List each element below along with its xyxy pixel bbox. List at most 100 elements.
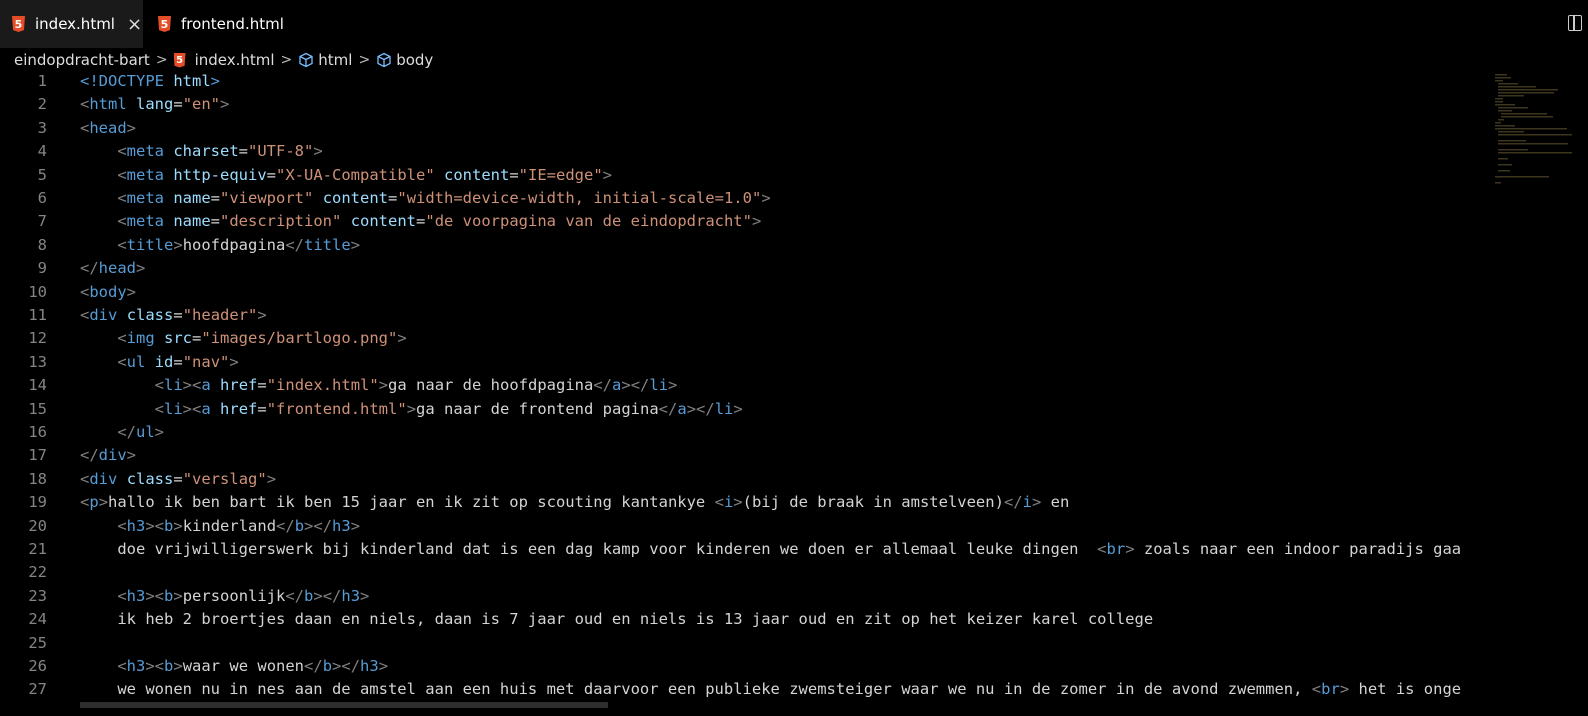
code-text[interactable]: <meta name="description" content="de voo… bbox=[80, 212, 761, 230]
line-number: 22 bbox=[28, 563, 47, 582]
line-number: 8 bbox=[37, 235, 47, 254]
code-text[interactable]: <meta http-equiv="X-UA-Compatible" conte… bbox=[80, 166, 612, 184]
line-number: 10 bbox=[28, 282, 47, 301]
code-line[interactable]: 23 <h3><b>persoonlijk</b></h3> bbox=[0, 587, 1490, 610]
line-number: 23 bbox=[28, 586, 47, 605]
line-number: 27 bbox=[28, 680, 47, 699]
chevron-right-icon: > bbox=[358, 52, 371, 68]
code-line[interactable]: 20 <h3><b>kinderland</b></h3> bbox=[0, 517, 1490, 540]
code-text[interactable]: </head> bbox=[80, 259, 145, 277]
code-line[interactable]: 19 <p>hallo ik ben bart ik ben 15 jaar en… bbox=[0, 493, 1490, 516]
code-line[interactable]: 25 bbox=[0, 634, 1490, 657]
code-line[interactable]: 13 <ul id="nav"> bbox=[0, 353, 1490, 376]
line-number: 20 bbox=[28, 516, 47, 535]
tab-frontend-html[interactable]: 5 frontend.html bbox=[158, 0, 298, 48]
breadcrumb-folder[interactable]: eindopdracht-bart bbox=[14, 51, 150, 69]
split-editor-icon[interactable] bbox=[1568, 15, 1582, 31]
code-line[interactable]: 22 bbox=[0, 563, 1490, 586]
code-line[interactable]: 6 <meta name="viewport" content="width=d… bbox=[0, 189, 1490, 212]
code-text[interactable]: <body> bbox=[80, 283, 136, 301]
code-line[interactable]: 26 <h3><b>waar we wonen</b></h3> bbox=[0, 657, 1490, 680]
line-number: 14 bbox=[28, 376, 47, 395]
breadcrumb: eindopdracht-bart > 5 index.html > html … bbox=[0, 48, 1588, 72]
code-text[interactable]: <img src="images/bartlogo.png"> bbox=[80, 329, 406, 347]
line-number: 7 bbox=[37, 212, 47, 231]
breadcrumb-file[interactable]: 5 index.html bbox=[173, 51, 275, 69]
code-text[interactable]: <ul id="nav"> bbox=[80, 353, 238, 371]
line-number: 13 bbox=[28, 352, 47, 371]
code-line[interactable]: 12 <img src="images/bartlogo.png"> bbox=[0, 329, 1490, 352]
tab-label: frontend.html bbox=[181, 15, 284, 33]
line-number: 17 bbox=[28, 446, 47, 465]
html5-icon: 5 bbox=[12, 16, 25, 32]
code-text[interactable]: <html lang="en"> bbox=[80, 95, 229, 113]
code-text[interactable]: we wonen nu in nes aan de amstel aan een… bbox=[80, 680, 1461, 698]
line-number: 2 bbox=[37, 95, 47, 114]
code-text[interactable]: <title>hoofdpagina</title> bbox=[80, 236, 360, 254]
line-number: 21 bbox=[28, 540, 47, 558]
line-number: 19 bbox=[28, 493, 47, 512]
code-text[interactable]: <li><a href="frontend.html">ga naar de f… bbox=[80, 400, 743, 418]
tab-bar: 5 index.html × 5 frontend.html bbox=[0, 0, 1588, 48]
code-line[interactable]: 24 ik heb 2 broertjes daan en niels, daa… bbox=[0, 610, 1490, 633]
code-editor[interactable]: 1 <!DOCTYPE html> 2 <html lang="en"> 3 <head>… bbox=[0, 72, 1588, 716]
code-line[interactable]: 3 <head> bbox=[0, 119, 1490, 142]
code-text[interactable]: <p>hallo ik ben bart ik ben 15 jaar en i… bbox=[80, 493, 1069, 511]
line-number: 4 bbox=[37, 142, 47, 161]
line-number: 3 bbox=[37, 118, 47, 137]
code-text[interactable]: </ul> bbox=[80, 423, 164, 441]
code-text[interactable]: <!DOCTYPE html> bbox=[80, 72, 220, 90]
line-number: 12 bbox=[28, 329, 47, 348]
close-icon[interactable]: × bbox=[127, 14, 142, 35]
code-text[interactable]: ik heb 2 broertjes daan en niels, daan i… bbox=[80, 610, 1153, 628]
code-line[interactable]: 4 <meta charset="UTF-8"> bbox=[0, 142, 1490, 165]
code-line[interactable]: 7 <meta name="description" content="de v… bbox=[0, 212, 1490, 235]
code-line[interactable]: 9 </head> bbox=[0, 259, 1490, 282]
tab-label: index.html bbox=[35, 15, 115, 33]
line-number: 1 bbox=[37, 72, 47, 90]
minimap[interactable] bbox=[1493, 72, 1573, 192]
symbol-cube-icon bbox=[377, 52, 391, 68]
line-number: 25 bbox=[28, 633, 47, 652]
tab-index-html[interactable]: 5 index.html × bbox=[0, 0, 143, 48]
line-number: 26 bbox=[28, 657, 47, 675]
symbol-cube-icon bbox=[299, 52, 313, 68]
code-line[interactable]: 14 <li><a href="index.html">ga naar de h… bbox=[0, 376, 1490, 399]
code-line[interactable]: 15 <li><a href="frontend.html">ga naar d… bbox=[0, 400, 1490, 423]
code-text[interactable]: <h3><b>kinderland</b></h3> bbox=[80, 517, 360, 535]
code-line[interactable]: 18 <div class="verslag"> bbox=[0, 470, 1490, 493]
breadcrumb-html[interactable]: html bbox=[298, 51, 352, 69]
code-text[interactable]: </div> bbox=[80, 446, 136, 464]
code-text[interactable]: doe vrijwilligerswerk bij kinderland dat… bbox=[80, 540, 1461, 558]
line-number: 15 bbox=[28, 399, 47, 418]
code-text[interactable]: <li><a href="index.html">ga naar de hoof… bbox=[80, 376, 678, 394]
code-text[interactable]: <meta name="viewport" content="width=dev… bbox=[80, 189, 770, 207]
line-number: 9 bbox=[37, 259, 47, 278]
chevron-right-icon: > bbox=[280, 52, 293, 68]
code-line[interactable]: 16 </ul> bbox=[0, 423, 1490, 446]
code-line[interactable]: 11 <div class="header"> bbox=[0, 306, 1490, 329]
code-text[interactable]: <head> bbox=[80, 119, 136, 137]
code-text[interactable]: <div class="verslag"> bbox=[80, 470, 276, 488]
code-line[interactable]: 2 <html lang="en"> bbox=[0, 95, 1490, 118]
html5-icon: 5 bbox=[158, 16, 171, 32]
line-number: 5 bbox=[37, 165, 47, 184]
html5-icon: 5 bbox=[173, 52, 186, 68]
line-number: 18 bbox=[28, 469, 47, 488]
chevron-right-icon: > bbox=[155, 52, 168, 68]
code-text[interactable]: <h3><b>waar we wonen</b></h3> bbox=[80, 657, 388, 675]
code-line[interactable]: 10 <body> bbox=[0, 283, 1490, 306]
line-number: 16 bbox=[28, 423, 47, 441]
line-number: 6 bbox=[37, 189, 47, 207]
code-text[interactable]: <h3><b>persoonlijk</b></h3> bbox=[80, 587, 369, 605]
code-line[interactable]: 5 <meta http-equiv="X-UA-Compatible" con… bbox=[0, 166, 1490, 189]
code-line[interactable]: 27 we wonen nu in nes aan de amstel aan … bbox=[0, 680, 1490, 703]
code-line[interactable]: 1 <!DOCTYPE html> bbox=[0, 72, 1490, 95]
code-line[interactable]: 8 <title>hoofdpagina</title> bbox=[0, 236, 1490, 259]
code-line[interactable]: 17 </div> bbox=[0, 446, 1490, 469]
horizontal-scrollbar[interactable] bbox=[80, 702, 608, 708]
breadcrumb-body[interactable]: body bbox=[376, 51, 433, 69]
code-text[interactable]: <div class="header"> bbox=[80, 306, 267, 324]
code-line[interactable]: 21 doe vrijwilligerswerk bij kinderland … bbox=[0, 540, 1490, 563]
code-text[interactable]: <meta charset="UTF-8"> bbox=[80, 142, 322, 160]
